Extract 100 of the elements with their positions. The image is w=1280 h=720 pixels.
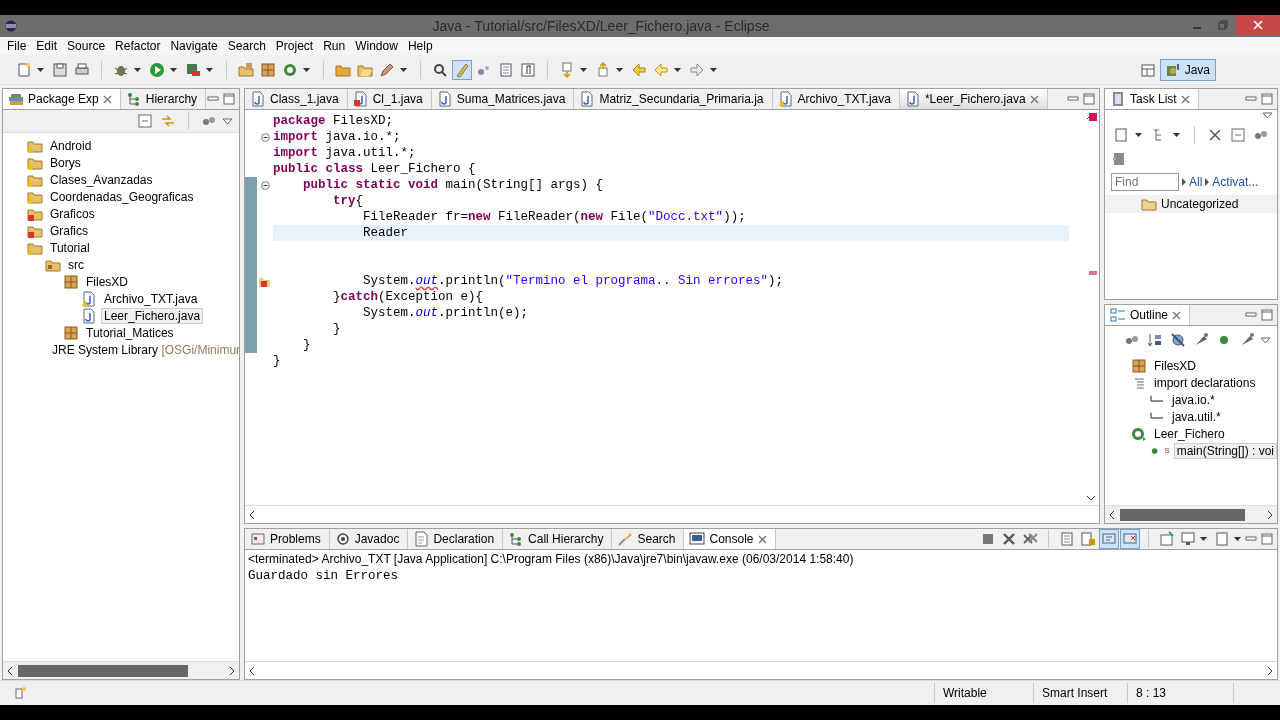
close-button[interactable] xyxy=(1236,15,1280,35)
tree-item[interactable]: Borys xyxy=(47,154,84,171)
scroll-down-icon[interactable] xyxy=(1086,494,1096,503)
tree-item[interactable]: Clases_Avanzadas xyxy=(47,171,156,188)
close-icon[interactable] xyxy=(1029,94,1039,104)
editor-tab[interactable]: Matriz_Secundaria_Primaria.ja xyxy=(574,89,773,110)
tree-item[interactable]: JRE System Library [OSGi/Minimur xyxy=(49,341,239,358)
maximize-icon[interactable] xyxy=(223,93,235,106)
minimize-icon[interactable] xyxy=(207,95,219,104)
menu-item[interactable]: Help xyxy=(404,38,440,53)
tree-item[interactable]: java.util.* xyxy=(1169,408,1224,425)
dropdown-arrow-icon[interactable] xyxy=(134,67,141,72)
minimize-icon[interactable] xyxy=(1067,95,1079,104)
tree-item[interactable]: Leer_Fichero xyxy=(1151,425,1228,442)
code-line: System.out.println("Termino el programa.. Sin errores"); xyxy=(362,274,784,289)
error-overview-mark[interactable] xyxy=(1089,271,1097,276)
find-field[interactable]: Find xyxy=(1111,173,1179,192)
dropdown-arrow-icon[interactable] xyxy=(580,67,587,72)
view-tab[interactable]: Outline xyxy=(1105,305,1191,326)
minimize-icon[interactable] xyxy=(1245,95,1257,104)
dropdown-arrow-icon[interactable] xyxy=(1200,537,1207,542)
dropdown-arrow-icon[interactable] xyxy=(303,67,310,72)
scroll-right-icon[interactable] xyxy=(228,665,236,676)
editor-tab[interactable]: Cl_1.java xyxy=(347,89,432,110)
tree-item[interactable]: Archivo_TXT.java xyxy=(101,290,201,307)
tree-item[interactable]: Tutorial_Matices xyxy=(83,324,177,341)
dropdown-arrow-icon[interactable] xyxy=(170,67,177,72)
tree-item[interactable]: Leer_Fichero.java xyxy=(101,307,204,324)
tree-item[interactable]: FilesXD xyxy=(83,273,131,290)
new-item-icon[interactable] xyxy=(14,686,28,701)
maximize-icon[interactable] xyxy=(1261,309,1273,322)
view-tab[interactable]: Package Exp xyxy=(3,89,121,110)
scroll-left-icon[interactable] xyxy=(6,665,14,676)
view-tab[interactable]: Hierarchy xyxy=(120,89,207,110)
scrollbar-thumb[interactable] xyxy=(18,664,188,677)
close-icon[interactable] xyxy=(757,534,767,544)
fold-icon[interactable] xyxy=(260,180,270,190)
document-icon xyxy=(413,531,430,548)
editor-tab[interactable]: Class_1.java xyxy=(245,89,348,110)
editor-tab[interactable]: Archivo_TXT.java xyxy=(772,89,900,110)
view-menu-icon[interactable] xyxy=(222,117,233,125)
dropdown-arrow-icon[interactable] xyxy=(1173,133,1180,138)
view-tab[interactable]: Call Hierarchy xyxy=(503,529,613,550)
dropdown-arrow-icon[interactable] xyxy=(400,67,407,72)
menu-item[interactable]: Source xyxy=(64,38,113,53)
close-icon[interactable] xyxy=(1180,94,1190,104)
view-menu-icon[interactable] xyxy=(1260,336,1271,344)
view-tab[interactable]: Task List xyxy=(1105,89,1199,110)
maximize-icon[interactable] xyxy=(1261,533,1273,546)
tree-item[interactable]: Tutorial xyxy=(47,239,93,256)
menu-item[interactable]: Refactor xyxy=(112,38,168,53)
minimize-icon[interactable] xyxy=(1245,535,1257,544)
java-file-icon xyxy=(250,91,266,108)
menu-item[interactable]: Project xyxy=(272,38,321,53)
maximize-icon[interactable] xyxy=(1083,93,1095,106)
view-tab[interactable]: Problems xyxy=(245,529,330,550)
menu-item[interactable]: File xyxy=(4,38,34,53)
app-icon xyxy=(4,20,18,32)
tree-item[interactable]: Graficos xyxy=(47,205,98,222)
tree-item[interactable]: src xyxy=(65,256,87,273)
scroll-left-icon[interactable] xyxy=(248,509,256,520)
editor-tab[interactable]: *Leer_Fichero.java xyxy=(899,89,1048,110)
dropdown-arrow-icon[interactable] xyxy=(674,67,681,72)
scroll-left-icon[interactable] xyxy=(248,665,256,676)
tree-item[interactable]: Grafics xyxy=(47,222,91,239)
dropdown-arrow-icon[interactable] xyxy=(37,67,44,72)
view-tab[interactable]: Declaration xyxy=(408,529,504,550)
scrollbar-thumb[interactable] xyxy=(1120,508,1245,521)
menu-item[interactable]: Search xyxy=(224,38,273,53)
close-icon[interactable] xyxy=(1172,310,1182,320)
minimize-icon[interactable] xyxy=(1245,311,1257,320)
menu-item[interactable]: Edit xyxy=(33,38,65,53)
view-tab[interactable]: Javadoc xyxy=(329,529,409,550)
dropdown-arrow-icon[interactable] xyxy=(206,67,213,72)
menu-item[interactable]: Window xyxy=(352,38,405,53)
dropdown-arrow-icon[interactable] xyxy=(1135,133,1142,138)
view-tab[interactable]: Console xyxy=(684,529,776,550)
close-icon[interactable] xyxy=(102,94,112,104)
maximize-icon[interactable] xyxy=(1261,93,1273,106)
scroll-right-icon[interactable] xyxy=(1266,509,1274,520)
console-error-icon[interactable] xyxy=(1120,529,1140,550)
fold-icon[interactable] xyxy=(260,132,270,142)
tree-item[interactable]: FilesXD xyxy=(1151,357,1199,374)
dropdown-arrow-icon[interactable] xyxy=(616,67,623,72)
scroll-right-icon[interactable] xyxy=(1266,665,1274,676)
dropdown-arrow-icon[interactable] xyxy=(710,67,717,72)
scroll-left-icon[interactable] xyxy=(1108,509,1116,520)
tree-item[interactable]: main(String[]) : voi xyxy=(1173,442,1277,459)
tree-item[interactable]: Coordenadas_Geograficas xyxy=(47,188,197,205)
tree-item[interactable]: java.io.* xyxy=(1169,391,1218,408)
tree-item[interactable]: import declarations xyxy=(1151,374,1259,391)
dropdown-arrow-icon[interactable] xyxy=(1234,537,1241,542)
menu-item[interactable]: Run xyxy=(320,38,353,53)
filter-link[interactable]: All xyxy=(1182,175,1203,190)
editor-tab[interactable]: Suma_Matrices.java xyxy=(431,89,575,110)
perspective-button[interactable]: Java xyxy=(1159,58,1216,81)
menu-item[interactable]: Navigate xyxy=(167,38,225,53)
tree-item[interactable]: Android xyxy=(47,137,95,154)
filter-link[interactable]: Activat... xyxy=(1205,175,1259,190)
hierarchy-icon xyxy=(125,91,142,108)
